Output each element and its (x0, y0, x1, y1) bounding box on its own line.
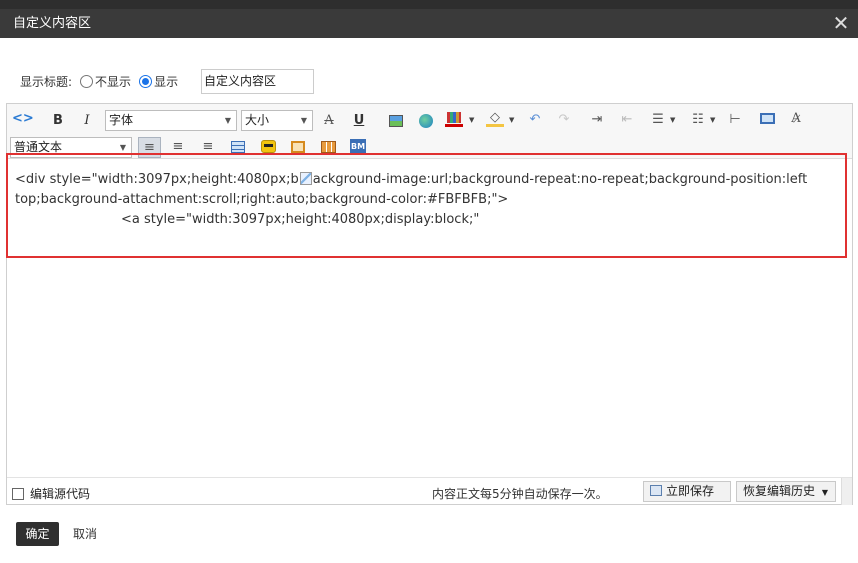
text-color-icon[interactable] (444, 108, 464, 128)
chevron-down-icon[interactable]: ▼ (710, 116, 715, 124)
rich-text-editor: <> B I 字体 ▼ 大小 ▼ A U ▼ ◇ ▼ ↶ ↷ ⇥ ⇤ ☰ ▼ ☷… (6, 103, 853, 505)
paragraph-format-value: 普通文本 (14, 140, 63, 154)
title-input[interactable]: 自定义内容区 (201, 69, 314, 94)
source-toggle-icon[interactable]: <> (12, 109, 34, 129)
font-size-select[interactable]: 大小 ▼ (241, 110, 313, 131)
edit-source-checkbox[interactable]: 编辑源代码 (12, 485, 90, 502)
radio-circle-icon[interactable] (80, 74, 94, 88)
editor-status-bar: 编辑源代码 内容正文每5分钟自动保存一次。 立即保存 恢复编辑历史 ▼ (7, 477, 852, 505)
strikethrough-button[interactable]: A (319, 111, 339, 131)
editor-toolbar: <> B I 字体 ▼ 大小 ▼ A U ▼ ◇ ▼ ↶ ↷ ⇥ ⇤ ☰ ▼ ☷… (7, 104, 852, 159)
top-strip (0, 0, 858, 9)
undo-icon[interactable]: ↶ (525, 110, 545, 130)
show-title-label: 显示标题: (20, 74, 73, 89)
indent-icon[interactable]: ⇥ (587, 110, 607, 130)
insert-media-icon[interactable] (318, 137, 338, 157)
code-line-1: <div style="width:3097px;height:4080px;b… (15, 170, 844, 190)
code-line-3: <a style="width:3097px;height:4080px;dis… (121, 212, 480, 227)
cancel-button[interactable]: 取消 (66, 522, 104, 546)
insert-link-globe-icon[interactable] (416, 111, 436, 131)
chevron-down-icon: ▼ (300, 116, 307, 125)
bm-badge-label: BM (350, 139, 366, 154)
code-line-1-part-a: <div style="width:3097px;height:4080px;b (15, 172, 299, 187)
close-icon[interactable]: ✕ (830, 9, 852, 38)
broken-image-icon (299, 172, 312, 185)
chevron-down-icon: ▼ (119, 143, 126, 152)
restore-history-button[interactable]: 恢复编辑历史 ▼ (736, 481, 836, 502)
save-now-button[interactable]: 立即保存 (643, 481, 731, 502)
align-right-icon[interactable]: ≡ (198, 137, 218, 157)
custom-content-dialog: 自定义内容区 ✕ 显示标题: 不显示 显示 自定义内容区 <> B I 字体 ▼… (0, 0, 858, 563)
font-size-value: 大小 (245, 113, 270, 127)
save-disk-icon (650, 485, 662, 496)
chevron-down-icon: ▼ (224, 116, 231, 125)
autosave-notice: 内容正文每5分钟自动保存一次。 (432, 487, 608, 501)
insert-picture-frame-icon[interactable] (288, 137, 308, 157)
insert-bm-icon[interactable]: BM (348, 137, 368, 157)
clear-format-icon[interactable]: A̷ (786, 109, 806, 129)
editor-content-area[interactable]: <div style="width:3097px;height:4080px;b… (7, 160, 852, 472)
radio-hide-label: 不显示 (95, 74, 132, 89)
horizontal-rule-icon[interactable]: ⊢ (725, 110, 745, 130)
chevron-down-icon[interactable]: ▼ (509, 116, 514, 124)
checkbox-icon[interactable] (12, 487, 24, 500)
insert-table-icon[interactable] (228, 137, 248, 157)
restore-history-label: 恢复编辑历史 (743, 484, 816, 498)
italic-button[interactable]: I (77, 111, 97, 131)
radio-hide-title[interactable]: 不显示 (80, 73, 131, 90)
paragraph-format-select[interactable]: 普通文本 ▼ (10, 137, 132, 158)
edit-source-label: 编辑源代码 (30, 487, 91, 501)
underline-button[interactable]: U (349, 111, 369, 131)
redo-icon[interactable]: ↷ (554, 110, 574, 130)
numbered-list-icon[interactable]: ☷ (688, 110, 708, 130)
outdent-icon[interactable]: ⇤ (617, 110, 637, 130)
radio-show-title[interactable]: 显示 (139, 73, 178, 90)
chevron-down-icon[interactable]: ▼ (469, 116, 474, 124)
insert-image-icon[interactable] (386, 111, 406, 131)
font-family-select[interactable]: 字体 ▼ (105, 110, 237, 131)
emoticon-icon[interactable] (258, 137, 278, 157)
chevron-down-icon: ▼ (821, 488, 828, 497)
show-title-row: 显示标题: 不显示 显示 (20, 69, 178, 93)
code-line-2: top;background-attachment:scroll;right:a… (15, 192, 509, 207)
code-line-1-part-b: ackground-image:url;background-repeat:no… (312, 172, 808, 187)
scrollbar[interactable] (841, 478, 852, 505)
preview-monitor-icon[interactable] (757, 109, 777, 129)
bold-button[interactable]: B (48, 111, 68, 131)
confirm-button[interactable]: 确定 (16, 522, 59, 546)
align-center-icon[interactable]: ≡ (168, 137, 188, 157)
radio-show-label: 显示 (154, 74, 179, 89)
radio-selected-icon[interactable] (139, 74, 153, 88)
bullet-list-icon[interactable]: ☰ (648, 110, 668, 130)
dialog-title: 自定义内容区 (0, 9, 858, 38)
font-family-value: 字体 (109, 113, 134, 127)
save-now-label: 立即保存 (666, 484, 715, 498)
chevron-down-icon[interactable]: ▼ (670, 116, 675, 124)
highlight-color-icon[interactable]: ◇ (485, 108, 505, 128)
align-left-icon[interactable]: ≡ (138, 137, 161, 158)
